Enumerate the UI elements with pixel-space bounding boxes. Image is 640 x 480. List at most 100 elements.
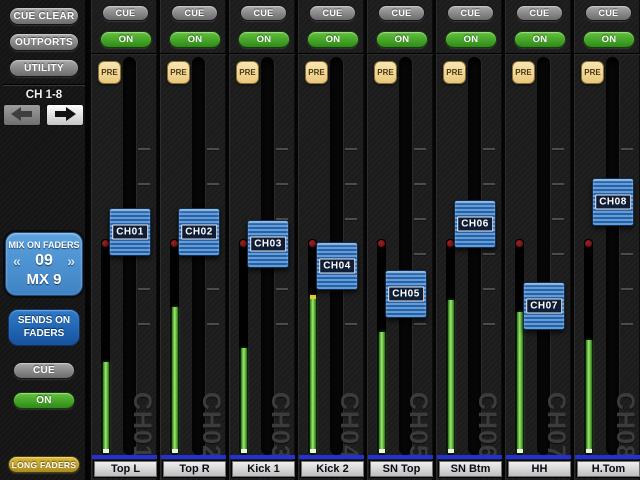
meter-level-bar (102, 362, 109, 453)
channel-on-button[interactable]: ON (514, 31, 566, 48)
channel-on-button[interactable]: ON (376, 31, 428, 48)
channel-name[interactable]: H.Tom (577, 461, 640, 477)
channel-strip: CUE ON PRE CH02 CH02 Top R (157, 0, 229, 480)
channel-name[interactable]: SN Top (370, 461, 433, 477)
strip-divider (91, 53, 160, 55)
channel-on-button[interactable]: ON (307, 31, 359, 48)
arrow-right-icon (53, 106, 77, 125)
channel-strip: CUE ON PRE CH04 CH04 Kick 2 (295, 0, 367, 480)
sidebar-divider (3, 84, 85, 86)
pre-badge[interactable]: PRE (305, 61, 328, 84)
fader-handle[interactable]: CH02 (178, 208, 220, 256)
fader-handle-label: CH03 (250, 236, 286, 252)
channel-watermark: CH03 (266, 392, 294, 460)
fader-handle[interactable]: CH03 (247, 220, 289, 268)
channel-watermark: CH05 (404, 392, 432, 460)
channel-cue-button[interactable]: CUE (516, 5, 563, 21)
mix-next-icon[interactable]: » (67, 253, 75, 269)
channel-cue-button[interactable]: CUE (240, 5, 287, 21)
strip-divider (574, 53, 640, 55)
channel-name[interactable]: HH (508, 461, 571, 477)
channel-watermark: CH06 (473, 392, 501, 460)
channel-color-bar (299, 455, 366, 459)
channel-on-button[interactable]: ON (169, 31, 221, 48)
outports-button[interactable]: OUTPORTS (9, 33, 79, 51)
channel-color-bar (92, 455, 159, 459)
pre-badge[interactable]: PRE (167, 61, 190, 84)
next-bank-button[interactable] (46, 104, 84, 126)
prev-bank-button[interactable] (3, 104, 41, 126)
peak-indicator (102, 240, 109, 247)
channel-color-bar (368, 455, 435, 459)
fader-handle-label: CH06 (457, 216, 493, 232)
sidebar-on-button[interactable]: ON (13, 392, 75, 409)
strip-divider (160, 53, 229, 55)
cue-clear-button[interactable]: CUE CLEAR (9, 7, 79, 25)
channel-cue-button[interactable]: CUE (171, 5, 218, 21)
fader-handle[interactable]: CH07 (523, 282, 565, 330)
meter-level-bar (516, 312, 523, 453)
channel-cue-button[interactable]: CUE (378, 5, 425, 21)
pre-badge[interactable]: PRE (443, 61, 466, 84)
channel-on-button[interactable]: ON (100, 31, 152, 48)
meter-bottom-tip (171, 449, 178, 453)
fader-handle[interactable]: CH01 (109, 208, 151, 256)
peak-indicator (171, 240, 178, 247)
channel-color-bar (230, 455, 297, 459)
channel-cue-button[interactable]: CUE (585, 5, 632, 21)
channel-name[interactable]: Top L (94, 461, 157, 477)
pre-badge[interactable]: PRE (98, 61, 121, 84)
meter-bottom-tip (447, 449, 454, 453)
channel-cue-button[interactable]: CUE (102, 5, 149, 21)
channel-strip: CUE ON PRE CH08 CH08 H.Tom (571, 0, 640, 480)
channel-color-bar (437, 455, 504, 459)
mix-prev-icon[interactable]: « (13, 253, 21, 269)
pre-badge[interactable]: PRE (581, 61, 604, 84)
channel-strip: CUE ON PRE CH03 CH03 Kick 1 (226, 0, 298, 480)
meter-bottom-tip (516, 449, 523, 453)
channel-name[interactable]: SN Btm (439, 461, 502, 477)
fader-handle[interactable]: CH04 (316, 242, 358, 290)
arrow-left-icon (10, 106, 34, 125)
channel-cue-button[interactable]: CUE (309, 5, 356, 21)
channel-name[interactable]: Kick 2 (301, 461, 364, 477)
channel-strip: CUE ON PRE CH05 CH05 SN Top (364, 0, 436, 480)
channel-on-button[interactable]: ON (445, 31, 497, 48)
strip-divider (298, 53, 367, 55)
sends-on-faders-button[interactable]: SENDS ON FADERS (8, 309, 80, 346)
fader-handle-label: CH04 (319, 258, 355, 274)
mix-on-faders-panel[interactable]: MIX ON FADERS « 09 » MX 9 (5, 232, 83, 296)
fader-handle[interactable]: CH06 (454, 200, 496, 248)
channel-color-bar (575, 455, 640, 459)
fader-handle[interactable]: CH05 (385, 270, 427, 318)
mixer-app: CUE CLEAR OUTPORTS UTILITY CH 1-8 MIX ON… (0, 0, 640, 480)
pre-badge[interactable]: PRE (512, 61, 535, 84)
channel-strip: CUE ON PRE CH01 CH01 Top L (88, 0, 160, 480)
mix-number: 09 (35, 252, 53, 269)
channel-color-bar (506, 455, 573, 459)
channel-on-button[interactable]: ON (238, 31, 290, 48)
fader-handle-label: CH01 (112, 224, 148, 240)
strip-divider (505, 53, 574, 55)
channel-name[interactable]: Kick 1 (232, 461, 295, 477)
channel-name[interactable]: Top R (163, 461, 226, 477)
fader-handle[interactable]: CH08 (592, 178, 634, 226)
channel-cue-button[interactable]: CUE (447, 5, 494, 21)
meter-level-bar (309, 295, 316, 453)
meter-bottom-tip (240, 449, 247, 453)
pre-badge[interactable]: PRE (374, 61, 397, 84)
peak-indicator (447, 240, 454, 247)
meter-level-bar (447, 300, 454, 453)
peak-indicator (309, 240, 316, 247)
utility-button[interactable]: UTILITY (9, 59, 79, 77)
fader-handle-label: CH02 (181, 224, 217, 240)
pre-badge[interactable]: PRE (236, 61, 259, 84)
channel-watermark: CH04 (335, 392, 363, 460)
sidebar-cue-button[interactable]: CUE (13, 362, 75, 379)
channel-strip: CUE ON PRE CH06 CH06 SN Btm (433, 0, 505, 480)
meter-level-bar (171, 307, 178, 453)
sidebar: CUE CLEAR OUTPORTS UTILITY CH 1-8 MIX ON… (0, 0, 88, 480)
long-faders-button[interactable]: LONG FADERS (8, 456, 80, 473)
fader-handle-label: CH05 (388, 286, 424, 302)
channel-on-button[interactable]: ON (583, 31, 635, 48)
